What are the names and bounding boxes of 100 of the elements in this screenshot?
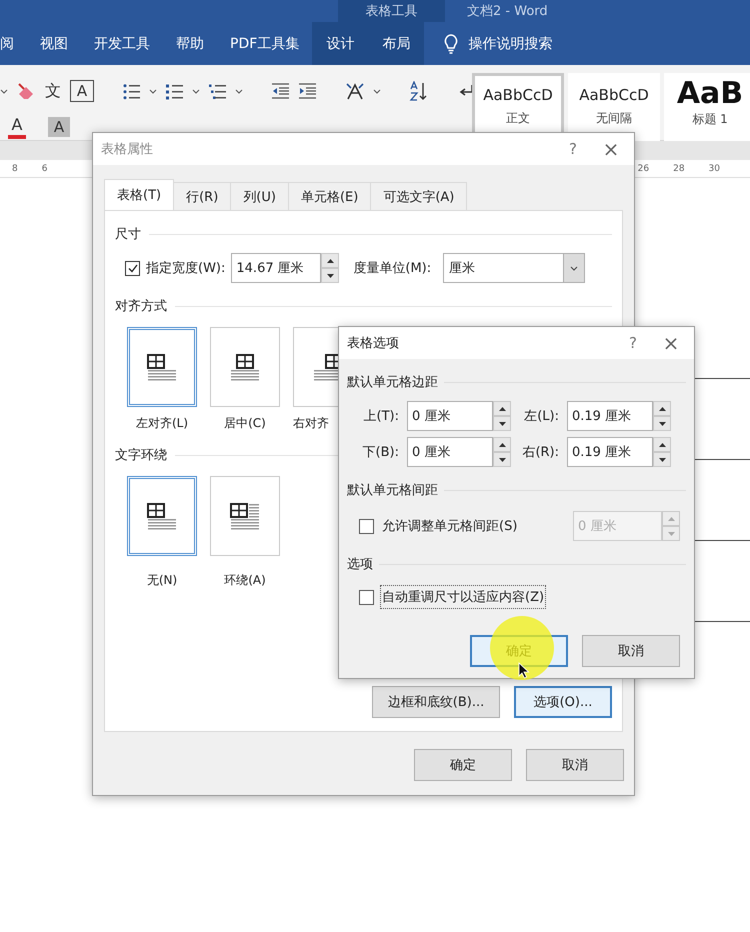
checkbox-label: 自动重调尺寸以适应内容(Z) bbox=[380, 585, 546, 609]
decrease-indent-icon[interactable] bbox=[271, 82, 290, 100]
table-text-icon bbox=[229, 353, 261, 381]
ribbon-tab[interactable]: 布局 bbox=[368, 22, 424, 65]
checkbox[interactable] bbox=[359, 590, 374, 604]
ribbon-tab[interactable]: 阅 bbox=[0, 22, 27, 65]
option-label: 右对齐 bbox=[293, 415, 329, 432]
ruler-number: 26 bbox=[638, 164, 650, 174]
up-arrow-icon bbox=[326, 258, 334, 262]
style-name: 正文 bbox=[506, 110, 530, 127]
section-heading: 文字环绕 bbox=[115, 447, 167, 464]
dialog-button[interactable]: 取消 bbox=[582, 635, 680, 667]
dialog-tab[interactable]: 可选文字(A) bbox=[370, 182, 468, 210]
up-arrow-icon bbox=[658, 442, 666, 446]
caret-icon[interactable] bbox=[0, 88, 8, 94]
caret-icon[interactable] bbox=[192, 88, 200, 94]
search-label[interactable]: 操作说明搜索 bbox=[468, 34, 552, 52]
check-icon bbox=[128, 264, 138, 272]
dialog-button[interactable]: 边框和底纹(B)... bbox=[372, 686, 500, 718]
style-sample[interactable]: AaB bbox=[676, 76, 744, 111]
close-button[interactable]: × bbox=[648, 330, 694, 356]
layout-option[interactable] bbox=[127, 327, 197, 407]
checkbox[interactable] bbox=[125, 260, 140, 276]
margin-field[interactable]: 0.19 厘米 bbox=[567, 401, 653, 431]
increase-indent-icon[interactable] bbox=[298, 82, 317, 100]
ruler-number: 30 bbox=[708, 164, 720, 174]
layout-option[interactable] bbox=[210, 327, 280, 407]
option-label: 环绕(A) bbox=[224, 572, 266, 589]
character-border-button[interactable]: A bbox=[70, 80, 94, 102]
spin-down-button[interactable] bbox=[653, 416, 671, 431]
style-sample[interactable]: AaBbCcD bbox=[483, 86, 553, 104]
spin-down-button[interactable] bbox=[493, 452, 511, 467]
dialog-title: 表格选项 bbox=[347, 335, 400, 352]
width-field[interactable]: 14.67 厘米 bbox=[231, 253, 322, 283]
layout-option[interactable] bbox=[210, 476, 280, 556]
spin-up-button[interactable] bbox=[493, 437, 511, 452]
field-label: 指定宽度(W): bbox=[146, 260, 226, 277]
pointer-icon bbox=[518, 662, 530, 679]
down-arrow-icon bbox=[658, 458, 666, 462]
help-button[interactable]: ? bbox=[618, 334, 648, 352]
margin-field[interactable]: 0.19 厘米 bbox=[567, 437, 653, 467]
spin-up-button[interactable] bbox=[653, 401, 671, 416]
ruler-number: 6 bbox=[42, 164, 48, 174]
field-label: 下(B): bbox=[362, 444, 399, 461]
caret-icon[interactable] bbox=[373, 88, 381, 94]
window-title: 文档2 - Word bbox=[467, 3, 548, 21]
ruler-number: 28 bbox=[673, 164, 685, 174]
down-arrow-icon bbox=[658, 422, 666, 426]
ribbon-tab[interactable]: 开发工具 bbox=[81, 22, 163, 65]
spin-down-button[interactable] bbox=[321, 268, 340, 283]
spin-down-button[interactable] bbox=[653, 452, 671, 467]
up-arrow-icon bbox=[498, 406, 506, 410]
dialog-button[interactable]: 取消 bbox=[526, 749, 624, 781]
ribbon-tab[interactable]: 设计 bbox=[312, 22, 368, 65]
lightbulb-icon[interactable] bbox=[444, 34, 458, 54]
spin-up-button[interactable] bbox=[653, 437, 671, 452]
dialog-title: 表格属性 bbox=[101, 141, 154, 158]
spin-up-button[interactable] bbox=[493, 401, 511, 416]
ribbon-tab[interactable]: 帮助 bbox=[163, 22, 217, 65]
margin-field[interactable]: 0 厘米 bbox=[407, 401, 493, 431]
dialog-button[interactable]: 选项(O)... bbox=[514, 686, 612, 718]
style-sample[interactable]: AaBbCcD bbox=[579, 86, 649, 104]
field-label: 右(R): bbox=[521, 444, 559, 461]
dialog-button[interactable]: 确定 bbox=[414, 749, 512, 781]
caret-icon[interactable] bbox=[149, 88, 157, 94]
section-heading: 默认单元格边距 bbox=[347, 374, 438, 391]
margin-field[interactable]: 0 厘米 bbox=[407, 437, 493, 467]
up-arrow-icon bbox=[658, 406, 666, 410]
up-arrow-icon bbox=[668, 516, 674, 520]
option-label: 无(N) bbox=[146, 572, 178, 589]
context-label: 表格工具 bbox=[338, 0, 445, 22]
section-heading: 选项 bbox=[347, 556, 373, 573]
checkbox[interactable] bbox=[359, 518, 374, 534]
spin-up-button[interactable] bbox=[321, 253, 340, 268]
sort-icon[interactable] bbox=[409, 81, 429, 101]
numbering-icon[interactable] bbox=[165, 82, 184, 100]
asian-layout-icon[interactable] bbox=[345, 82, 365, 100]
eraser-icon[interactable] bbox=[16, 81, 36, 101]
section-heading: 默认单元格间距 bbox=[347, 482, 438, 499]
field-label: 左(L): bbox=[523, 408, 559, 425]
multilevel-list-icon[interactable] bbox=[208, 82, 227, 100]
ribbon-tab[interactable]: 视图 bbox=[27, 22, 81, 65]
bullets-icon[interactable] bbox=[122, 82, 141, 100]
down-arrow-icon bbox=[326, 274, 334, 278]
ribbon-tab[interactable]: PDF工具集 bbox=[217, 22, 312, 65]
caret-icon[interactable] bbox=[235, 88, 243, 94]
style-name: 无间隔 bbox=[596, 110, 632, 127]
field-label: 上(T): bbox=[362, 408, 399, 425]
dialog-tab[interactable]: 表格(T) bbox=[104, 179, 174, 210]
table-text-icon bbox=[146, 353, 178, 381]
field-label: 度量单位(M): bbox=[353, 260, 432, 277]
checkbox-label: 允许调整单元格间距(S) bbox=[381, 518, 518, 536]
character-shading-button[interactable]: A bbox=[48, 117, 70, 137]
phonetic-guide-button[interactable]: 文 bbox=[44, 81, 62, 101]
spin-down-button[interactable] bbox=[493, 416, 511, 431]
style-name: 标题 1 bbox=[692, 111, 728, 128]
layout-option[interactable] bbox=[127, 476, 197, 556]
table-text-icon bbox=[229, 502, 261, 530]
table-text-icon bbox=[146, 502, 178, 530]
option-label: 居中(C) bbox=[224, 415, 266, 432]
